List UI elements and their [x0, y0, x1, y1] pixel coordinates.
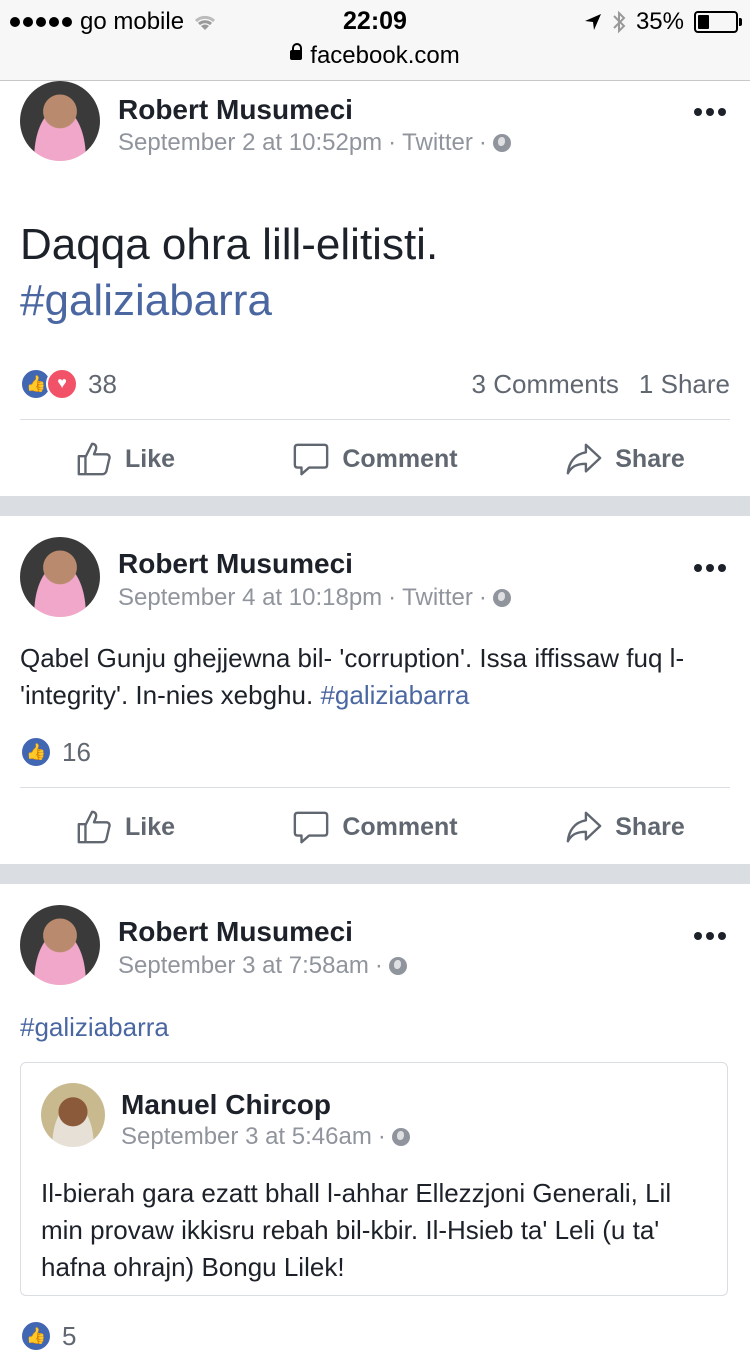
action-bar: Like Comment Share — [0, 797, 750, 857]
more-options-icon[interactable] — [694, 564, 726, 572]
globe-icon — [391, 1128, 410, 1146]
post-author[interactable]: Robert Musumeci — [118, 548, 353, 580]
share-label: Share — [615, 812, 685, 841]
comment-button[interactable]: Comment — [250, 429, 500, 489]
hashtag-link[interactable]: #galiziabarra — [320, 680, 469, 710]
globe-icon — [388, 957, 407, 975]
comment-bubble-icon — [294, 443, 329, 476]
shared-meta: September 3 at 5:46am · — [121, 1123, 410, 1151]
shared-text: Il-bierah gara ezatt bhall l-ahhar Ellez… — [41, 1178, 672, 1282]
post: Robert Musumeci September 4 at 10:18pm ·… — [0, 516, 750, 864]
divider-line — [20, 419, 730, 420]
share-arrow-icon — [566, 811, 602, 843]
share-button[interactable]: Share — [500, 429, 750, 489]
globe-icon — [492, 134, 511, 152]
reaction-count: 16 — [62, 736, 91, 767]
avatar[interactable] — [20, 537, 100, 617]
address-bar[interactable]: facebook.com — [0, 42, 750, 70]
post-date[interactable]: September 3 at 7:58am — [118, 952, 369, 980]
post-date[interactable]: September 4 at 10:18pm — [118, 584, 382, 612]
post: Robert Musumeci September 2 at 10:52pm ·… — [0, 81, 750, 496]
post-author[interactable]: Robert Musumeci — [118, 916, 353, 948]
avatar[interactable] — [41, 1083, 105, 1147]
more-options-icon[interactable] — [694, 108, 726, 116]
shares-count[interactable]: 1 Share — [639, 369, 730, 400]
shared-author[interactable]: Manuel Chircop — [121, 1089, 331, 1121]
shared-post-card[interactable]: Manuel Chircop September 3 at 5:46am · I… — [20, 1062, 728, 1296]
separator: · — [478, 584, 487, 611]
post-source: Twitter — [402, 129, 473, 156]
like-label: Like — [124, 812, 176, 841]
reactions-bar[interactable]: 👍 16 — [20, 732, 730, 772]
globe-icon — [492, 589, 511, 607]
comment-label: Comment — [342, 444, 458, 473]
post: Robert Musumeci September 3 at 7:58am · … — [0, 884, 750, 1352]
lock-icon — [290, 42, 303, 60]
reaction-count: 38 — [88, 368, 117, 399]
post-separator — [0, 864, 750, 884]
like-button[interactable]: Like — [0, 797, 250, 857]
divider-line — [20, 787, 730, 788]
post-text: #galiziabarra — [20, 1010, 730, 1044]
battery-icon — [694, 11, 742, 33]
post-date[interactable]: September 2 at 10:52pm — [118, 129, 382, 157]
post-text: Qabel Gunju ghejjewna bil- 'corruption'.… — [20, 640, 730, 714]
comments-count[interactable]: 3 Comments — [472, 369, 619, 400]
comment-bubble-icon — [294, 811, 329, 844]
status-right: 35% — [584, 8, 742, 36]
comment-label: Comment — [342, 812, 458, 841]
action-bar: Like Comment Share — [0, 429, 750, 489]
share-button[interactable]: Share — [500, 797, 750, 857]
bluetooth-icon — [613, 10, 626, 34]
separator: · — [388, 584, 397, 611]
separator: · — [377, 1123, 386, 1150]
more-options-icon[interactable] — [694, 932, 726, 940]
battery-percent: 35% — [635, 8, 684, 35]
url-text: facebook.com — [310, 42, 460, 69]
love-reaction-icon: ♥ — [46, 368, 78, 400]
thumbs-up-icon — [77, 442, 111, 476]
reactions-bar[interactable]: 👍 5 — [20, 1316, 730, 1356]
like-button[interactable]: Like — [0, 429, 250, 489]
avatar[interactable] — [20, 81, 100, 161]
reaction-count: 5 — [62, 1320, 77, 1351]
post-body: Daqqa ohra lill-elitisti. — [20, 220, 439, 269]
separator: · — [374, 952, 383, 979]
hashtag-link[interactable]: #galiziabarra — [20, 273, 730, 329]
post-meta: September 2 at 10:52pm · Twitter · — [118, 129, 511, 157]
like-reaction-icon: 👍 — [20, 1320, 52, 1352]
shared-date[interactable]: September 3 at 5:46am — [121, 1123, 372, 1151]
post-separator — [0, 496, 750, 516]
hashtag-link[interactable]: #galiziabarra — [20, 1012, 169, 1042]
thumbs-up-icon — [77, 810, 111, 844]
like-label: Like — [124, 444, 176, 473]
location-arrow-icon — [584, 14, 601, 30]
separator: · — [478, 129, 487, 156]
post-text: Daqqa ohra lill-elitisti. #galiziabarra — [20, 217, 730, 329]
status-bar: go mobile 22:09 35% facebook.com — [0, 0, 750, 81]
share-arrow-icon — [566, 443, 602, 475]
share-label: Share — [615, 444, 685, 473]
like-reaction-icon: 👍 — [20, 736, 52, 768]
post-source: Twitter — [402, 584, 473, 611]
post-author[interactable]: Robert Musumeci — [118, 94, 353, 126]
post-meta: September 3 at 7:58am · — [118, 952, 407, 980]
reactions-bar[interactable]: 👍 ♥ 38 3 Comments 1 Share — [20, 364, 730, 404]
avatar[interactable] — [20, 905, 100, 985]
separator: · — [388, 129, 397, 156]
post-meta: September 4 at 10:18pm · Twitter · — [118, 584, 511, 612]
comment-button[interactable]: Comment — [250, 797, 500, 857]
